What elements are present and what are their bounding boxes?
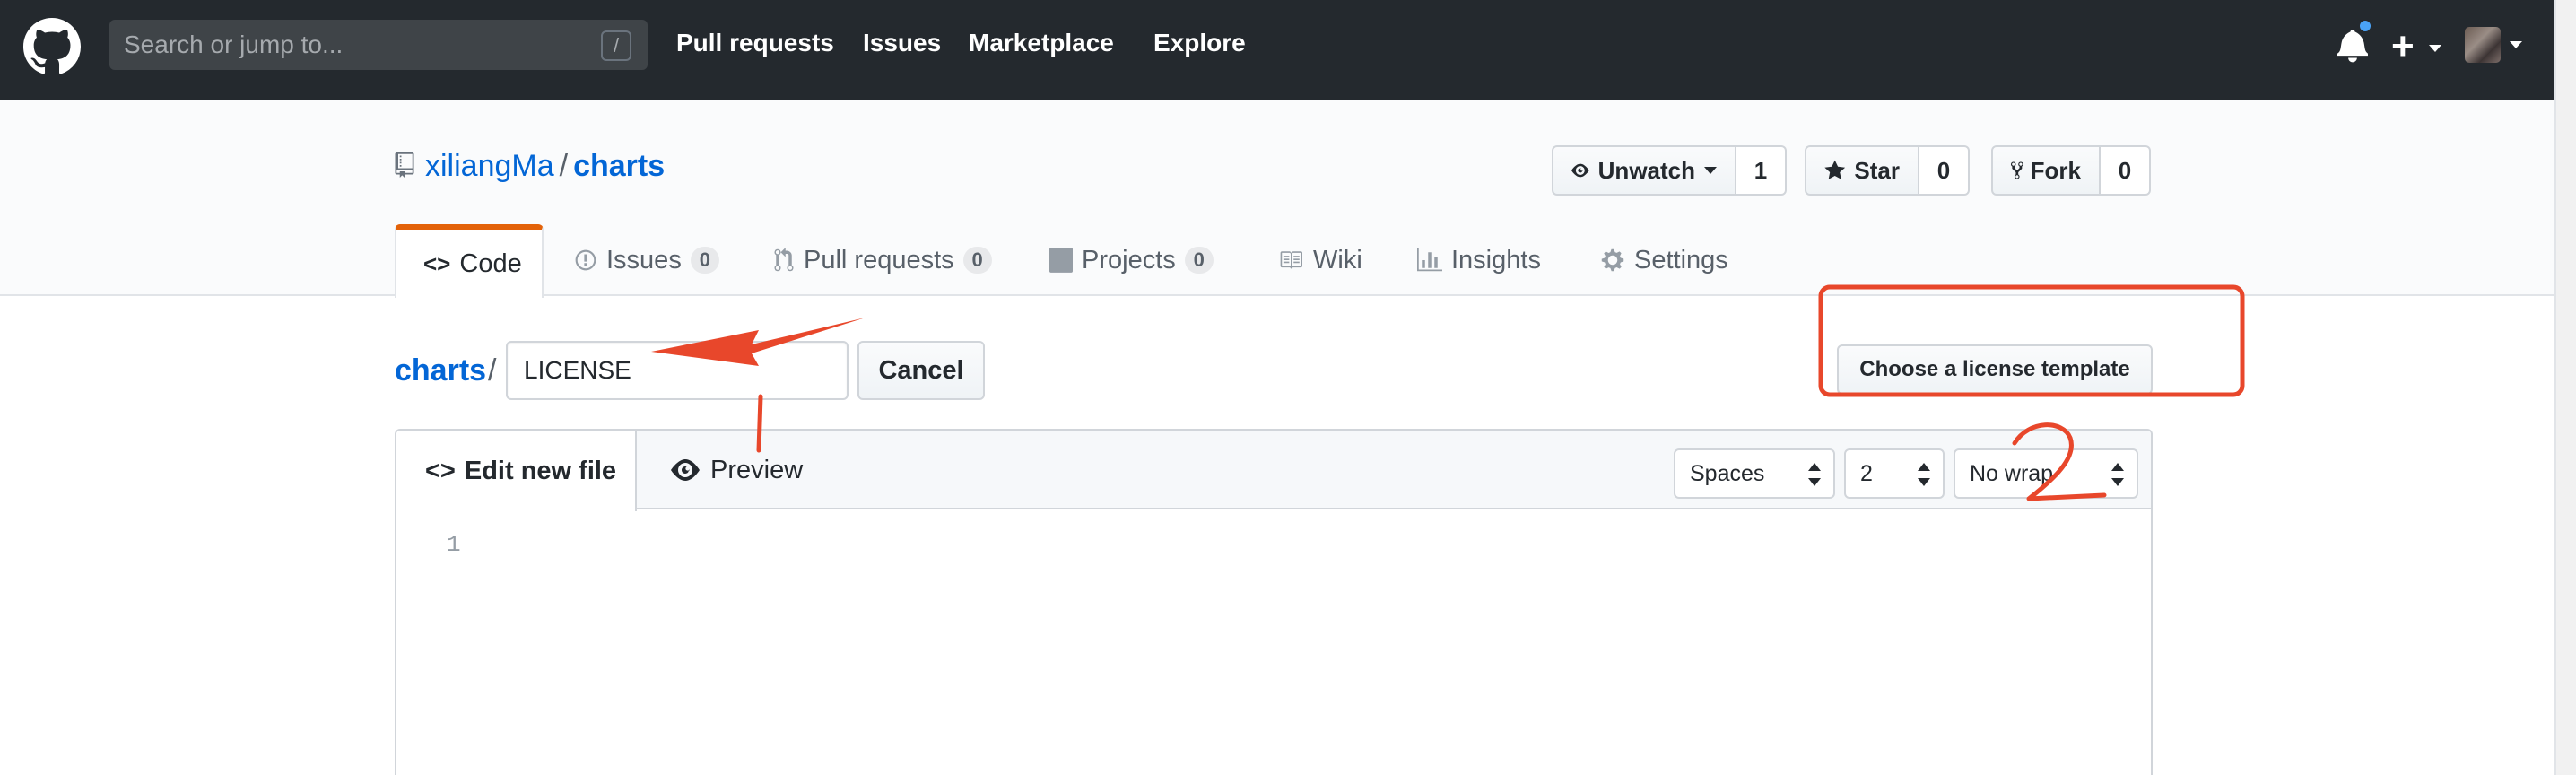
indent-mode-select[interactable]: Spaces bbox=[1674, 448, 1835, 499]
line-wrap-select[interactable]: No wrap bbox=[1954, 448, 2138, 499]
create-new-menu[interactable]: + bbox=[2391, 22, 2454, 72]
chevron-down-icon[interactable] bbox=[2510, 41, 2522, 48]
issues-count-badge: 0 bbox=[690, 247, 719, 274]
graph-icon bbox=[1417, 248, 1442, 272]
tab-insights[interactable]: Insights bbox=[1417, 224, 1541, 296]
select-arrows-icon bbox=[2111, 463, 2124, 486]
tab-pull-requests-label: Pull requests bbox=[804, 245, 954, 274]
fork-label: Fork bbox=[2030, 156, 2081, 184]
repo-title: xiliangMa / charts bbox=[425, 149, 665, 184]
plus-icon: + bbox=[2391, 24, 2415, 68]
book-icon bbox=[1280, 251, 1302, 269]
tab-wiki[interactable]: Wiki bbox=[1277, 224, 1362, 296]
stargazers-count[interactable]: 0 bbox=[1919, 145, 1970, 196]
select-arrows-icon bbox=[1808, 463, 1821, 486]
preview-label: Preview bbox=[710, 455, 804, 484]
tab-insights-label: Insights bbox=[1451, 245, 1541, 274]
projects-count-badge: 0 bbox=[1184, 247, 1214, 274]
chevron-down-icon bbox=[1704, 167, 1717, 174]
tab-pull-requests[interactable]: Pull requests 0 bbox=[773, 224, 992, 296]
fork-button[interactable]: Fork bbox=[1991, 145, 2101, 196]
tab-code-label: Code bbox=[459, 248, 522, 278]
pull-request-icon bbox=[774, 248, 794, 272]
editor-toolbar: <> Edit new file Preview Spaces 2 No wra… bbox=[396, 431, 2151, 511]
fork-group: Fork 0 bbox=[1991, 145, 2151, 196]
repo-owner-link[interactable]: xiliangMa bbox=[425, 149, 554, 183]
pull-requests-count-badge: 0 bbox=[962, 247, 992, 274]
repo-title-separator: / bbox=[559, 149, 569, 183]
github-logo-icon[interactable] bbox=[23, 18, 81, 75]
code-editor-area[interactable] bbox=[504, 520, 2151, 775]
star-group: Star 0 bbox=[1805, 145, 1970, 196]
filename-input[interactable] bbox=[506, 341, 849, 400]
tab-issues[interactable]: Issues 0 bbox=[574, 224, 719, 296]
indent-size-value: 2 bbox=[1860, 460, 1873, 486]
watch-group: Unwatch 1 bbox=[1552, 145, 1787, 196]
cancel-button[interactable]: Cancel bbox=[857, 341, 985, 400]
watchers-count[interactable]: 1 bbox=[1736, 145, 1787, 196]
breadcrumb-repo-link[interactable]: charts bbox=[395, 353, 486, 388]
global-search[interactable]: / bbox=[109, 20, 648, 70]
star-icon bbox=[1824, 160, 1846, 179]
global-header: / Pull requests Issues Marketplace Explo… bbox=[0, 0, 2554, 100]
indent-size-select[interactable]: 2 bbox=[1844, 448, 1945, 499]
code-icon: <> bbox=[425, 456, 456, 485]
eye-icon bbox=[1571, 163, 1589, 178]
star-button[interactable]: Star bbox=[1805, 145, 1919, 196]
indent-mode-value: Spaces bbox=[1690, 460, 1765, 486]
gear-icon bbox=[1601, 248, 1624, 272]
star-label: Star bbox=[1854, 156, 1900, 184]
notification-indicator-icon bbox=[2357, 18, 2373, 34]
tab-settings-label: Settings bbox=[1634, 245, 1728, 274]
tab-wiki-label: Wiki bbox=[1313, 245, 1362, 274]
tab-edit-new-file[interactable]: <> Edit new file bbox=[396, 431, 637, 511]
tab-projects-label: Projects bbox=[1082, 245, 1176, 274]
tab-preview[interactable]: Preview bbox=[671, 431, 803, 509]
line-number: 1 bbox=[447, 531, 461, 558]
tab-issues-label: Issues bbox=[606, 245, 682, 274]
search-shortcut-key: / bbox=[601, 30, 631, 61]
edit-new-file-label: Edit new file bbox=[464, 456, 617, 485]
page-scrollbar[interactable] bbox=[2554, 0, 2576, 775]
chevron-down-icon bbox=[2429, 45, 2441, 52]
unwatch-button[interactable]: Unwatch bbox=[1552, 145, 1736, 196]
line-wrap-value: No wrap bbox=[1970, 460, 2054, 486]
file-editor: <> Edit new file Preview Spaces 2 No wra… bbox=[395, 429, 2153, 775]
forks-count[interactable]: 0 bbox=[2101, 145, 2151, 196]
issue-icon bbox=[575, 249, 596, 271]
search-input[interactable] bbox=[109, 20, 648, 70]
eye-icon bbox=[671, 459, 700, 481]
unwatch-label: Unwatch bbox=[1597, 156, 1695, 184]
tab-settings[interactable]: Settings bbox=[1600, 224, 1728, 296]
select-arrows-icon bbox=[1918, 463, 1930, 486]
repo-icon bbox=[395, 152, 414, 178]
repo-name-link[interactable]: charts bbox=[573, 149, 665, 183]
tab-projects[interactable]: Projects 0 bbox=[1049, 224, 1214, 296]
choose-license-template-button[interactable]: Choose a license template bbox=[1837, 344, 2153, 395]
user-avatar[interactable] bbox=[2465, 27, 2501, 63]
nav-issues[interactable]: Issues bbox=[863, 29, 941, 57]
tab-code[interactable]: <> Code bbox=[395, 224, 544, 298]
breadcrumb-separator: / bbox=[488, 353, 497, 388]
code-icon: <> bbox=[423, 249, 451, 277]
project-icon bbox=[1049, 248, 1073, 273]
nav-pull-requests[interactable]: Pull requests bbox=[676, 29, 834, 57]
nav-explore[interactable]: Explore bbox=[1153, 29, 1246, 57]
fork-icon bbox=[2011, 161, 2023, 179]
nav-marketplace[interactable]: Marketplace bbox=[969, 29, 1114, 57]
